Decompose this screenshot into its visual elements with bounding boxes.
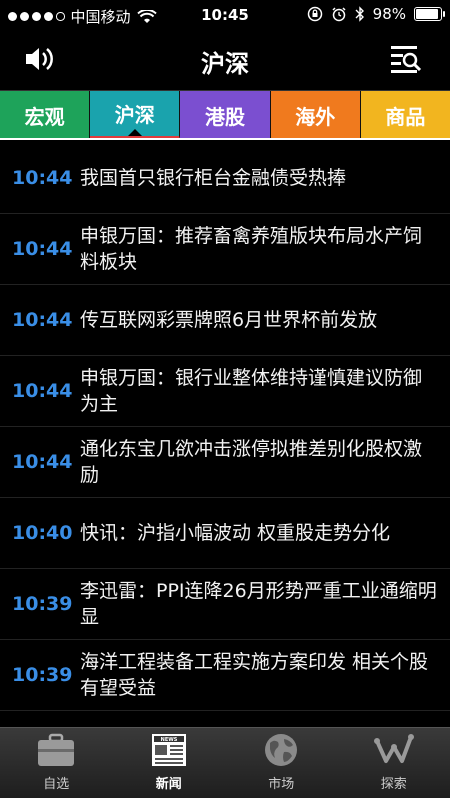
news-time: 10:39	[12, 593, 73, 615]
news-list: 10:44 我国首只银行柜台金融债受热捧 10:44 申银万国：推荐畜禽养殖版块布局…	[0, 143, 450, 711]
news-time: 10:44	[12, 167, 73, 189]
tab-divider	[0, 138, 450, 140]
search-list-button[interactable]	[388, 42, 424, 76]
newspaper-icon: NEWS	[151, 734, 186, 766]
nav-bar: 沪深	[0, 30, 450, 88]
bluetooth-icon	[355, 6, 364, 22]
rotation-lock-icon	[307, 6, 322, 22]
tab-shanghai-shenzhen[interactable]: 沪深	[90, 91, 181, 139]
news-time: 10:39	[12, 664, 73, 686]
tab-hong-kong[interactable]: 港股	[180, 91, 271, 139]
tab-label: 商品	[385, 104, 426, 129]
status-right: 98%	[307, 5, 445, 23]
news-item[interactable]: 10:39 李迅雷：PPI连降26月形势严重工业通缩明显	[0, 569, 450, 640]
status-bar: 中国移动 10:45 98%	[0, 0, 450, 30]
briefcase-icon	[38, 733, 75, 766]
news-headline: 申银万国：银行业整体维持谨慎建议防御为主	[80, 367, 423, 415]
battery-percent: 98%	[372, 5, 406, 23]
tab-label: 宏观	[24, 104, 65, 129]
globe-icon	[265, 734, 298, 766]
news-time: 10:44	[12, 380, 73, 402]
tabbar-label: 新闻	[155, 777, 182, 792]
battery-icon	[414, 7, 445, 21]
news-time: 10:44	[12, 309, 73, 331]
news-item[interactable]: 10:44 申银万国：推荐畜禽养殖版块布局水产饲料板块	[0, 214, 450, 285]
tab-label: 沪深	[114, 103, 155, 127]
page-title: 沪深	[201, 50, 249, 78]
tab-commodities[interactable]: 商品	[360, 91, 450, 139]
tab-macro[interactable]: 宏观	[0, 91, 91, 139]
news-headline: 通化东宝几欲冲击涨停拟推差别化股权激励	[80, 438, 423, 486]
news-headline: 快讯：沪指小幅波动 权重股走势分化	[80, 522, 391, 544]
tabbar-label: 自选	[43, 777, 70, 792]
news-item[interactable]: 10:39 海洋工程装备工程实施方案印发 相关个股有望受益	[0, 640, 450, 711]
news-item[interactable]: 10:44 我国首只银行柜台金融债受热捧	[0, 143, 450, 214]
tabbar-label: 市场	[268, 777, 295, 792]
news-item[interactable]: 10:44 申银万国：银行业整体维持谨慎建议防御为主	[0, 356, 450, 427]
discover-icon	[373, 734, 414, 763]
category-tabs: 宏观 沪深 港股 海外 商品	[0, 90, 450, 139]
tab-label: 港股	[205, 104, 245, 129]
tabbar-news[interactable]: NEWS 新闻	[113, 728, 226, 798]
tabbar-market[interactable]: 市场	[225, 728, 338, 798]
news-time: 10:44	[12, 451, 73, 473]
news-item[interactable]: 10:44 传互联网彩票牌照6月世界杯前发放	[0, 285, 450, 356]
tab-overseas[interactable]: 海外	[270, 91, 361, 139]
news-headline: 李迅雷：PPI连降26月形势严重工业通缩明显	[80, 580, 437, 628]
tabbar-explore[interactable]: 探索	[338, 728, 450, 798]
alarm-icon	[332, 7, 346, 22]
news-time: 10:40	[12, 522, 73, 544]
svg-text:NEWS: NEWS	[160, 737, 177, 743]
news-headline: 传互联网彩票牌照6月世界杯前发放	[80, 309, 378, 331]
tabbar-label: 探索	[380, 777, 407, 792]
news-item[interactable]: 10:44 通化东宝几欲冲击涨停拟推差别化股权激励	[0, 427, 450, 498]
tab-label: 海外	[295, 104, 336, 129]
news-item[interactable]: 10:40 快讯：沪指小幅波动 权重股走势分化	[0, 498, 450, 569]
search-list-icon	[391, 46, 422, 73]
news-headline: 申银万国：推荐畜禽养殖版块布局水产饲料板块	[80, 225, 423, 273]
news-headline: 我国首只银行柜台金融债受热捧	[80, 167, 347, 189]
tabbar-watchlist[interactable]: 自选	[0, 728, 113, 798]
news-headline: 海洋工程装备工程实施方案印发 相关个股有望受益	[80, 651, 429, 699]
news-time: 10:44	[12, 238, 73, 260]
bottom-tab-bar: 自选 NEWS 新闻 市场 探索	[0, 727, 450, 798]
